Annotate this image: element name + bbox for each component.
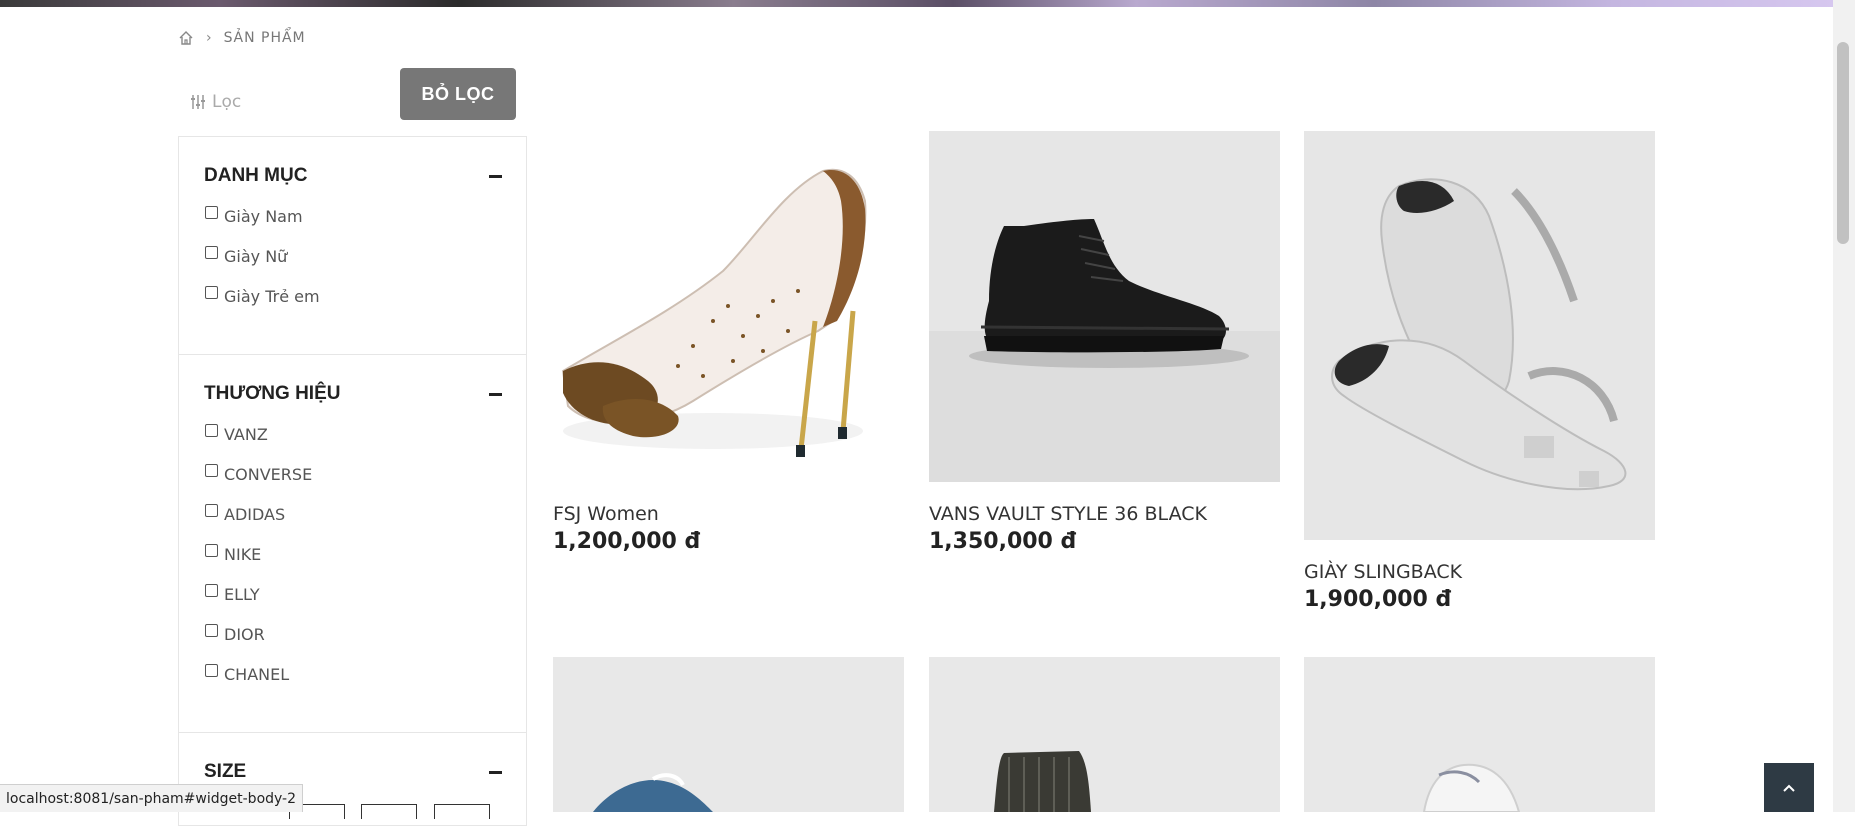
chevron-up-icon	[1783, 784, 1795, 792]
option-label: VANZ	[224, 425, 268, 444]
brand-option[interactable]: CONVERSE	[205, 464, 313, 484]
category-option[interactable]: Giày Trẻ em	[205, 286, 320, 306]
slingback-image	[1331, 178, 1627, 491]
product-price: 1,350,000 đ	[929, 529, 1077, 554]
collapse-icon[interactable]	[489, 771, 502, 774]
option-label: DIOR	[224, 625, 265, 644]
checkbox[interactable]	[205, 206, 218, 219]
product-price: 1,900,000 đ	[1304, 587, 1452, 612]
category-widget: DANH MỤC Giày Nam Giày Nữ Giày Trẻ em	[179, 137, 526, 355]
sliders-icon	[191, 95, 205, 109]
breadcrumb: › SẢN PHẨM	[178, 28, 306, 48]
checkbox[interactable]	[205, 664, 218, 677]
checkbox[interactable]	[205, 246, 218, 259]
checkbox[interactable]	[205, 464, 218, 477]
product-image[interactable]	[929, 131, 1280, 482]
sneaker-image	[929, 219, 1280, 482]
product-price: 1,200,000 đ	[553, 529, 701, 554]
product-image[interactable]	[929, 657, 1280, 812]
chevron-right-icon: ›	[206, 30, 212, 46]
option-label: Giày Nam	[224, 207, 303, 226]
option-label: ELLY	[224, 585, 260, 604]
checkbox[interactable]	[205, 424, 218, 437]
filter-sidebar: DANH MỤC Giày Nam Giày Nữ Giày Trẻ em TH…	[178, 136, 527, 826]
brand-option[interactable]: ADIDAS	[205, 504, 286, 524]
brand-option[interactable]: NIKE	[205, 544, 262, 564]
status-bar-url: localhost:8081/san-pham#widget-body-2	[0, 784, 304, 812]
top-banner	[0, 0, 1833, 7]
heel-image	[561, 168, 867, 457]
product-image[interactable]	[1304, 657, 1655, 812]
breadcrumb-current: SẢN PHẨM	[223, 30, 306, 46]
boot-image	[994, 751, 1091, 812]
filter-label: Lọc	[190, 92, 241, 112]
category-option[interactable]: Giày Nam	[205, 206, 303, 226]
checkbox[interactable]	[205, 624, 218, 637]
brand-option[interactable]: CHANEL	[205, 664, 290, 684]
brand-title[interactable]: THƯƠNG HIỆU	[204, 383, 340, 405]
product-name[interactable]: FSJ Women	[553, 503, 659, 525]
product-image[interactable]	[553, 657, 904, 812]
sneaker-image	[1422, 763, 1521, 812]
brand-option[interactable]: DIOR	[205, 624, 265, 644]
option-label: CONVERSE	[224, 465, 313, 484]
category-option[interactable]: Giày Nữ	[205, 246, 288, 266]
checkbox[interactable]	[205, 286, 218, 299]
collapse-icon[interactable]	[489, 175, 502, 178]
filter-text: Lọc	[212, 92, 242, 112]
option-label: Giày Trẻ em	[224, 287, 320, 306]
scrollbar-thumb[interactable]	[1837, 42, 1849, 244]
brand-option[interactable]: VANZ	[205, 424, 268, 444]
option-label: ADIDAS	[224, 505, 286, 524]
option-label: NIKE	[224, 545, 262, 564]
product-image[interactable]	[553, 131, 904, 482]
sneaker-image	[593, 773, 713, 812]
checkbox[interactable]	[205, 504, 218, 517]
brand-option[interactable]: ELLY	[205, 584, 260, 604]
category-title[interactable]: DANH MỤC	[204, 165, 307, 187]
size-title[interactable]: SIZE	[204, 761, 246, 783]
product-image[interactable]	[1304, 131, 1655, 540]
checkbox[interactable]	[205, 584, 218, 597]
home-icon[interactable]	[178, 30, 194, 46]
back-to-top-button[interactable]	[1764, 763, 1814, 812]
clear-filter-button[interactable]: BỎ LỌC	[400, 68, 516, 120]
checkbox[interactable]	[205, 544, 218, 557]
product-name[interactable]: GIÀY SLINGBACK	[1304, 561, 1462, 583]
option-label: Giày Nữ	[224, 247, 288, 266]
option-label: CHANEL	[224, 665, 290, 684]
collapse-icon[interactable]	[489, 393, 502, 396]
product-name[interactable]: VANS VAULT STYLE 36 BLACK	[929, 503, 1207, 525]
brand-widget: THƯƠNG HIỆU VANZ CONVERSE ADIDAS NIKE EL…	[179, 355, 526, 733]
